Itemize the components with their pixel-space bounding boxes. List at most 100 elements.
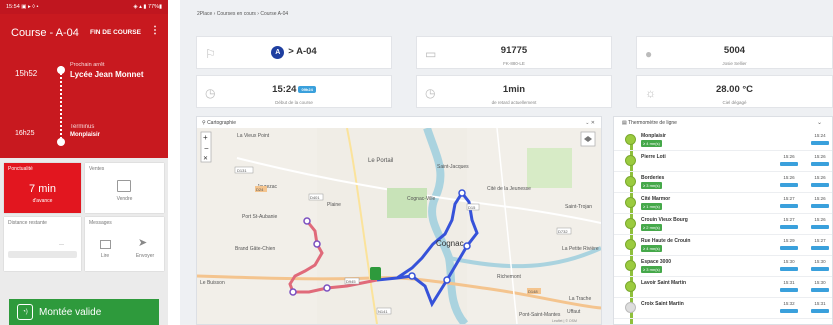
- stop-planned-time: 15:27: [783, 217, 795, 222]
- stop-real-time: 15:26: [814, 154, 826, 159]
- stop-time-pill: [780, 183, 798, 187]
- bus-position-icon: [370, 267, 381, 280]
- map-label: Cognac-Ville: [407, 196, 435, 202]
- status-right: ◈ ▴ ▮ 77%▮: [133, 4, 162, 10]
- stop-row[interactable]: Croix Saint Martin 15:32 15:31: [614, 299, 832, 319]
- stop-row[interactable]: Crouin Vieux Bourg ≥ 2 mn(s) 15:27 15:26: [614, 215, 832, 235]
- web-dashboard: 2Place › Courses en cours › Course A-04 …: [180, 0, 833, 325]
- inbox-icon[interactable]: [100, 240, 111, 249]
- map-label: Le Portail: [368, 158, 393, 164]
- vehicle-sub: FK-880-LE: [503, 61, 525, 66]
- next-stop-dot: [57, 66, 65, 74]
- read-button-label[interactable]: Lire: [95, 253, 115, 259]
- map-label: Pont-Saint-Mantes: [519, 312, 561, 318]
- stop-real-time: 15:31: [814, 301, 826, 306]
- stop-time-pill: [811, 246, 829, 250]
- terminus-label: Terminus: [70, 124, 95, 130]
- map-label: Saint-Jacques: [437, 164, 469, 170]
- map-panel-controls[interactable]: ⌄ ✕: [585, 120, 595, 126]
- stop-delay-badge: ≥ 2 mn(s): [641, 224, 662, 231]
- register-icon: [117, 180, 131, 192]
- stop-real-time: 15:26: [814, 217, 826, 222]
- weather-sub: Ciel dégagé: [722, 100, 747, 105]
- route-line: [60, 66, 62, 142]
- stop-time-pill: [780, 162, 798, 166]
- stop-dot-icon: [625, 176, 636, 187]
- start-time-pill: 09h24: [298, 85, 316, 93]
- map-attribution: Leaflet | © OSM: [552, 319, 577, 323]
- stop-dot-icon: [625, 239, 636, 250]
- driver-sub: Josie Sellier: [722, 61, 747, 66]
- punctuality-value: 7 min: [29, 183, 56, 195]
- stop-row[interactable]: Monplaisir ≥ 4 mn(s) 15:24: [614, 131, 832, 151]
- terminus-name: Monplaisir: [70, 132, 101, 138]
- sell-button-label: Vendre: [116, 196, 133, 202]
- send-icon[interactable]: ➤: [138, 236, 147, 249]
- stop-planned-time: 15:27: [783, 196, 795, 201]
- stop-dot-icon: [625, 302, 636, 313]
- stop-marker: [443, 276, 451, 284]
- svg-text:D945: D945: [346, 279, 356, 284]
- end-course-button[interactable]: FIN DE COURSE: [90, 29, 141, 36]
- line-card: ⚐ A > A-04: [196, 36, 392, 69]
- line-badge: A: [271, 46, 285, 59]
- svg-text:D732: D732: [558, 229, 568, 234]
- svg-text:D24: D24: [256, 187, 264, 192]
- driver-value: 5004: [723, 45, 746, 56]
- map-label: La Vieux Point: [237, 133, 270, 139]
- map-label: Saint-Trojan: [565, 204, 592, 210]
- zoom-controls[interactable]: + − ✕: [200, 131, 212, 163]
- stop-planned-time: 15:26: [783, 154, 795, 159]
- stop-name: Pierre Loti: [641, 154, 666, 160]
- stop-name: Cité Marmor: [641, 196, 671, 202]
- delay-value: 1min: [502, 84, 526, 95]
- stop-planned-time: 15:30: [783, 259, 795, 264]
- stop-time-pill: [811, 225, 829, 229]
- boarding-valid-banner[interactable]: ◔) Montée valide: [9, 299, 159, 325]
- delay-card: ◷ 1min de retard actuellement: [416, 75, 612, 108]
- stop-row[interactable]: Borderies ≥ 3 mn(s) 15:26 15:26: [614, 173, 832, 193]
- stop-real-time: 15:26: [814, 196, 826, 201]
- stop-real-time: 15:27: [814, 238, 826, 243]
- menu-icon[interactable]: ⋮: [150, 25, 160, 36]
- svg-text:D131: D131: [237, 168, 247, 173]
- send-button-label[interactable]: Envoyer: [132, 253, 158, 259]
- stop-dot-icon: [625, 218, 636, 229]
- map-label: La Petite Rivière: [562, 246, 599, 252]
- stop-time-pill: [811, 309, 829, 313]
- stop-row[interactable]: Lavoir Saint Martin 15:31 15:30: [614, 278, 832, 298]
- stop-time-pill: [780, 309, 798, 313]
- punctuality-label: Ponctualité: [8, 166, 33, 172]
- stop-name: Borderies: [641, 175, 665, 181]
- stop-name: Croix Saint Martin: [641, 301, 684, 307]
- stop-time-pill: [811, 288, 829, 292]
- next-stop-label: Prochain arrêt: [70, 62, 105, 68]
- stop-marker: [313, 240, 321, 248]
- zoom-in-icon: +: [203, 133, 208, 142]
- stop-time-pill: [780, 267, 798, 271]
- chevron-down-icon[interactable]: ⌄: [817, 119, 822, 126]
- zoom-out-icon: −: [204, 144, 209, 153]
- sales-card[interactable]: Ventes Vendre: [85, 163, 164, 213]
- svg-text:D401: D401: [310, 195, 320, 200]
- stop-name: Rue Haute de Crouin: [641, 238, 691, 244]
- stop-marker: [323, 284, 331, 292]
- distance-progress: [8, 251, 77, 258]
- stop-row[interactable]: Rue Haute de Crouin ≥ 4 mn(s) 15:29 15:27: [614, 236, 832, 256]
- stop-dot-icon: [625, 155, 636, 166]
- map-canvas[interactable]: La Vieux Point Le Portail Javrezac Port …: [197, 128, 601, 324]
- stop-row[interactable]: Pierre Loti 15:26 15:26: [614, 152, 832, 172]
- delay-sub: de retard actuellement: [491, 100, 537, 105]
- stop-row[interactable]: Cité Marmor ≥ 1 mn(s) 15:27 15:26: [614, 194, 832, 214]
- messages-label: Messages: [89, 220, 112, 226]
- distance-label: Distance restante: [8, 220, 47, 226]
- stop-row[interactable]: Espace 3000 ≥ 3 mn(s) 15:30 15:30: [614, 257, 832, 277]
- stop-name: Crouin Vieux Bourg: [641, 217, 688, 223]
- map-label: Le Buisson: [200, 280, 225, 286]
- breadcrumb[interactable]: 2Place › Courses en cours › Course A-04: [197, 11, 288, 17]
- next-stop-time: 15h52: [15, 69, 38, 78]
- stop-delay-badge: ≥ 3 mn(s): [641, 266, 662, 273]
- stop-planned-time: 15:26: [783, 175, 795, 180]
- map-header: ⚲ Cartographie ⌄ ✕: [197, 117, 601, 128]
- terminus-time: 16h25: [15, 130, 35, 137]
